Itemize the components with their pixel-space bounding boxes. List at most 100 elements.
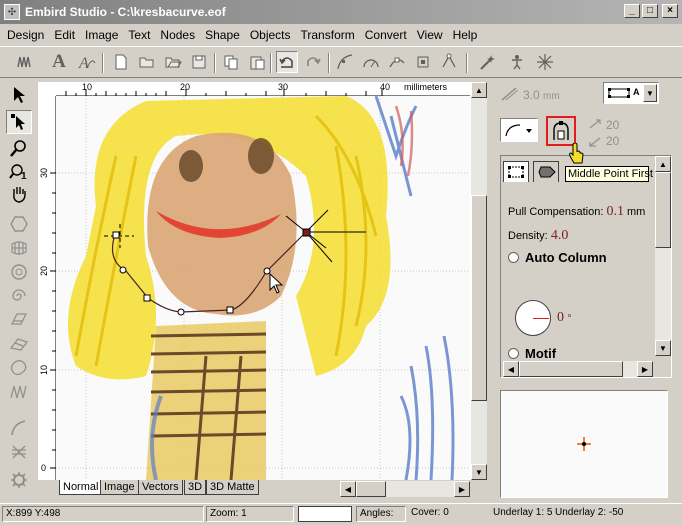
menu-transform[interactable]: Transform [296,28,360,42]
ruler-left-tick: 30 [39,167,50,179]
auto-column-radio[interactable] [508,252,519,263]
status-coords: X:899 Y:498 [2,506,204,522]
radial-fill-icon[interactable] [6,260,32,284]
pull-compensation-row: Pull Compensation: 0.1 mm [508,204,645,220]
paste-icon[interactable] [246,51,268,73]
middle-point-first-button[interactable] [546,116,576,146]
tab-normal[interactable]: Normal [59,480,103,495]
save-icon[interactable] [188,51,210,73]
gear-fill-icon[interactable] [6,468,32,492]
menu-view[interactable]: View [412,28,448,42]
maximize-button[interactable]: □ [642,4,658,18]
title-bar: ✣ Embird Studio - C:\kresbacurve.eof _ □… [0,0,682,24]
auto-column-row[interactable]: Auto Column [508,250,607,265]
canvas-vertical-scrollbar[interactable]: ▲ ▼ [470,82,487,480]
redo-icon[interactable] [302,51,324,73]
angle-dial[interactable] [515,300,551,336]
zoom-icon[interactable] [6,136,32,160]
stitch-type-combo[interactable]: A ▼ [603,82,659,104]
motif-row[interactable]: Motif [508,346,556,361]
tab-3d-matte[interactable]: 3D Matte [206,480,259,495]
art-text-icon[interactable]: A [76,51,98,73]
star-tool-icon[interactable] [534,51,556,73]
app-icon[interactable]: ✣ [4,4,20,20]
ruler-top-tick: 30 [278,82,289,92]
fill-pattern-icon[interactable] [6,236,32,260]
props-hscrollbar[interactable]: ◀ ▶ [503,361,653,377]
props-scroll-down[interactable]: ▼ [655,340,671,356]
combo-dropdown-icon[interactable]: ▼ [643,84,657,102]
column-icon[interactable] [6,332,32,356]
close-button[interactable]: × [662,4,678,18]
curve-type-combo[interactable] [500,118,538,142]
design-canvas[interactable] [56,96,470,480]
shape-tab-icon[interactable] [533,161,559,183]
scroll-right-button[interactable]: ▶ [454,481,470,497]
undo-icon[interactable] [276,51,298,73]
ruler-left-tick: 0 [41,463,47,473]
props-vscrollbar[interactable]: ▲ ▼ [655,156,671,356]
density-value[interactable]: 4.0 [551,228,569,243]
open-icon[interactable] [136,51,158,73]
tab-image[interactable]: Image [100,480,139,495]
run-stitch-icon[interactable] [6,416,32,440]
curve-icon[interactable] [334,51,356,73]
scroll-left-button[interactable]: ◀ [340,481,356,497]
status-underlay1: Underlay 1: 50 [493,507,552,518]
scroll-thumb[interactable] [471,195,487,401]
wand-icon[interactable] [476,51,498,73]
zoom-one-icon[interactable]: 1 [6,160,32,184]
node-convert-icon[interactable] [438,51,460,73]
props-scroll-left[interactable]: ◀ [503,361,519,377]
menu-nodes[interactable]: Nodes [155,28,200,42]
node-add-icon[interactable] [386,51,408,73]
fill-tab-icon[interactable] [503,161,529,183]
node-edit-icon[interactable] [6,110,32,134]
shape-polygon-icon[interactable] [6,212,32,236]
ruler-top-tick: 10 [82,82,93,92]
menu-image[interactable]: Image [80,28,123,42]
spacing-top-value: 20 [606,118,620,132]
menu-help[interactable]: Help [448,28,483,42]
minimize-button[interactable]: _ [624,4,640,18]
select-arrow-icon[interactable] [6,83,32,107]
props-hscroll-thumb[interactable] [519,361,623,377]
pull-comp-value[interactable]: 0.1 [606,204,624,219]
scroll-up-button[interactable]: ▲ [471,82,487,98]
blob-shape-icon[interactable] [6,356,32,380]
menu-objects[interactable]: Objects [245,28,296,42]
new-icon[interactable] [110,51,132,73]
open-folder-icon[interactable] [162,51,184,73]
pan-hand-icon[interactable] [6,182,32,206]
copy-icon[interactable] [220,51,242,73]
status-color-swatch [298,506,352,522]
cross-stitch-icon[interactable] [6,440,32,464]
puppet-icon[interactable] [506,51,528,73]
main-toolbar: A A [0,46,682,78]
satin-stitch-icon[interactable] [14,51,36,73]
status-cover: Cover: 0 [411,507,449,518]
spiral-fill-icon[interactable] [6,284,32,308]
menu-edit[interactable]: Edit [49,28,80,42]
ruler-top-tick: 20 [180,82,191,92]
props-scroll-right[interactable]: ▶ [637,361,653,377]
tab-3d[interactable]: 3D [184,480,207,495]
menu-text[interactable]: Text [123,28,155,42]
measure-icon[interactable] [360,51,382,73]
props-scroll-thumb[interactable] [655,172,671,248]
menu-design[interactable]: Design [2,28,49,42]
tab-vectors[interactable]: Vectors [138,480,183,495]
thread-width-value: 3.0 [523,88,540,102]
hscroll-thumb[interactable] [356,481,386,497]
scroll-down-button[interactable]: ▼ [471,464,487,480]
window-title: Embird Studio - C:\kresbacurve.eof [25,5,226,19]
menu-shape[interactable]: Shape [200,28,245,42]
satin-column-icon[interactable] [6,308,32,332]
node-move-icon[interactable] [412,51,434,73]
props-scroll-up[interactable]: ▲ [655,156,671,172]
zigzag-stitch-icon[interactable] [6,380,32,404]
menu-convert[interactable]: Convert [360,28,412,42]
text-icon[interactable]: A [48,51,70,73]
motif-radio[interactable] [508,348,519,359]
canvas-horizontal-scrollbar[interactable]: ◀ ▶ [340,481,470,497]
